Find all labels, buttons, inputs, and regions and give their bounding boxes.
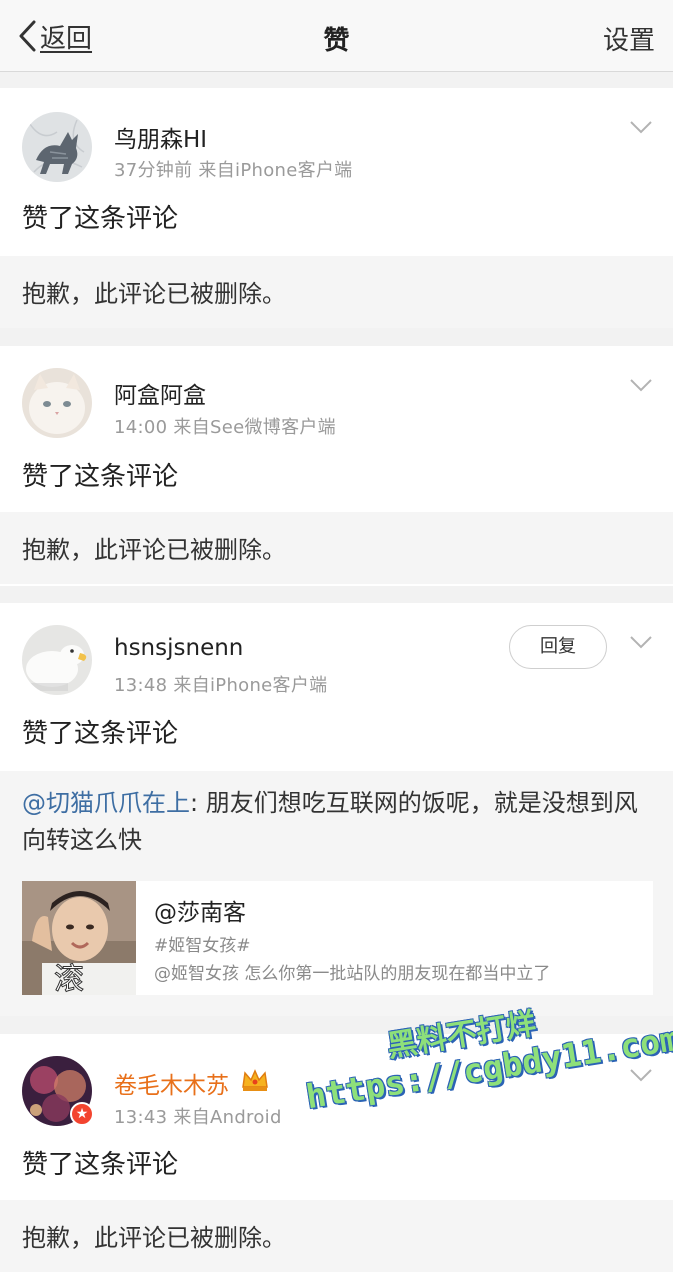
like-item: 鸟朋森HI 37分钟前 来自iPhone客户端 赞了这条评论 抱歉，此评论已被删…: [0, 88, 673, 328]
verified-badge-icon: ★: [70, 1102, 94, 1126]
username[interactable]: 卷毛木木苏: [114, 1066, 229, 1100]
crown-icon: [242, 1069, 268, 1091]
avatar-duck-icon: [22, 625, 92, 695]
deleted-text: 抱歉，此评论已被删除。: [22, 1224, 286, 1252]
username[interactable]: 鸟朋森HI: [114, 120, 207, 154]
shared-post-author: @莎南客: [154, 900, 246, 926]
action-text: 赞了这条评论: [22, 1150, 179, 1180]
like-item: ★ 卷毛木木苏 13:43 来自Android 赞了这条评论 抱歉，此评论已被删…: [0, 1034, 673, 1280]
page-title: 赞: [323, 26, 350, 56]
deleted-comment: 抱歉，此评论已被删除。: [0, 512, 673, 584]
chevron-down-icon[interactable]: [629, 120, 653, 134]
deleted-text: 抱歉，此评论已被删除。: [22, 280, 286, 308]
chevron-down-icon[interactable]: [629, 635, 653, 649]
nav-bar: 返回 赞 设置: [0, 0, 673, 72]
avatar-cat-icon: [22, 112, 92, 182]
back-label: 返回: [40, 23, 93, 54]
timestamp-source: 14:00 来自See微博客户端: [114, 417, 336, 438]
shared-post-desc: @姬智女孩 怎么你第一批站队的朋友现在都当中立了: [154, 964, 551, 984]
back-button[interactable]: 返回: [16, 18, 92, 54]
settings-button[interactable]: 设置: [603, 20, 655, 57]
shared-post-card[interactable]: 滚 @莎南客 #姬智女孩# @姬智女孩 怎么你第一批站队的朋友现在都当中立了: [22, 881, 653, 995]
deleted-text: 抱歉，此评论已被删除。: [22, 536, 286, 564]
timestamp-source: 13:48 来自iPhone客户端: [114, 675, 328, 696]
thumb-caption: 滚: [54, 962, 84, 995]
mention-link[interactable]: @切猫爪爪在上: [22, 789, 190, 817]
back-chevron-icon: [19, 20, 36, 52]
like-item: hsnsjsnenn 13:48 来自iPhone客户端 回复 赞了这条评论 @…: [0, 603, 673, 1016]
action-text: 赞了这条评论: [22, 204, 179, 234]
username[interactable]: 阿盒阿盒: [114, 376, 206, 410]
like-item: 阿盒阿盒 14:00 来自See微博客户端 赞了这条评论 抱歉，此评论已被删除。: [0, 346, 673, 586]
chevron-down-icon[interactable]: [629, 378, 653, 392]
shared-post-tag: #姬智女孩#: [154, 936, 251, 956]
deleted-comment: 抱歉，此评论已被删除。: [0, 256, 673, 328]
action-text: 赞了这条评论: [22, 462, 179, 492]
quoted-comment[interactable]: @切猫爪爪在上: 朋友们想吃互联网的饭呢，就是没想到风向转这么快 滚 @莎南客 …: [0, 771, 673, 1016]
chevron-down-icon[interactable]: [629, 1068, 653, 1082]
avatar[interactable]: [22, 368, 92, 438]
avatar[interactable]: [22, 625, 92, 695]
shared-post-thumbnail: 滚: [22, 881, 136, 995]
action-text: 赞了这条评论: [22, 719, 179, 749]
avatar-cat-icon: [22, 368, 92, 438]
timestamp-source: 37分钟前 来自iPhone客户端: [114, 160, 353, 181]
avatar[interactable]: [22, 112, 92, 182]
timestamp-source: 13:43 来自Android: [114, 1107, 282, 1128]
deleted-comment: 抱歉，此评论已被删除。: [0, 1200, 673, 1272]
reply-button[interactable]: 回复: [509, 625, 607, 669]
username[interactable]: hsnsjsnenn: [114, 635, 243, 661]
quote-text: @切猫爪爪在上: 朋友们想吃互联网的饭呢，就是没想到风向转这么快: [22, 785, 653, 859]
